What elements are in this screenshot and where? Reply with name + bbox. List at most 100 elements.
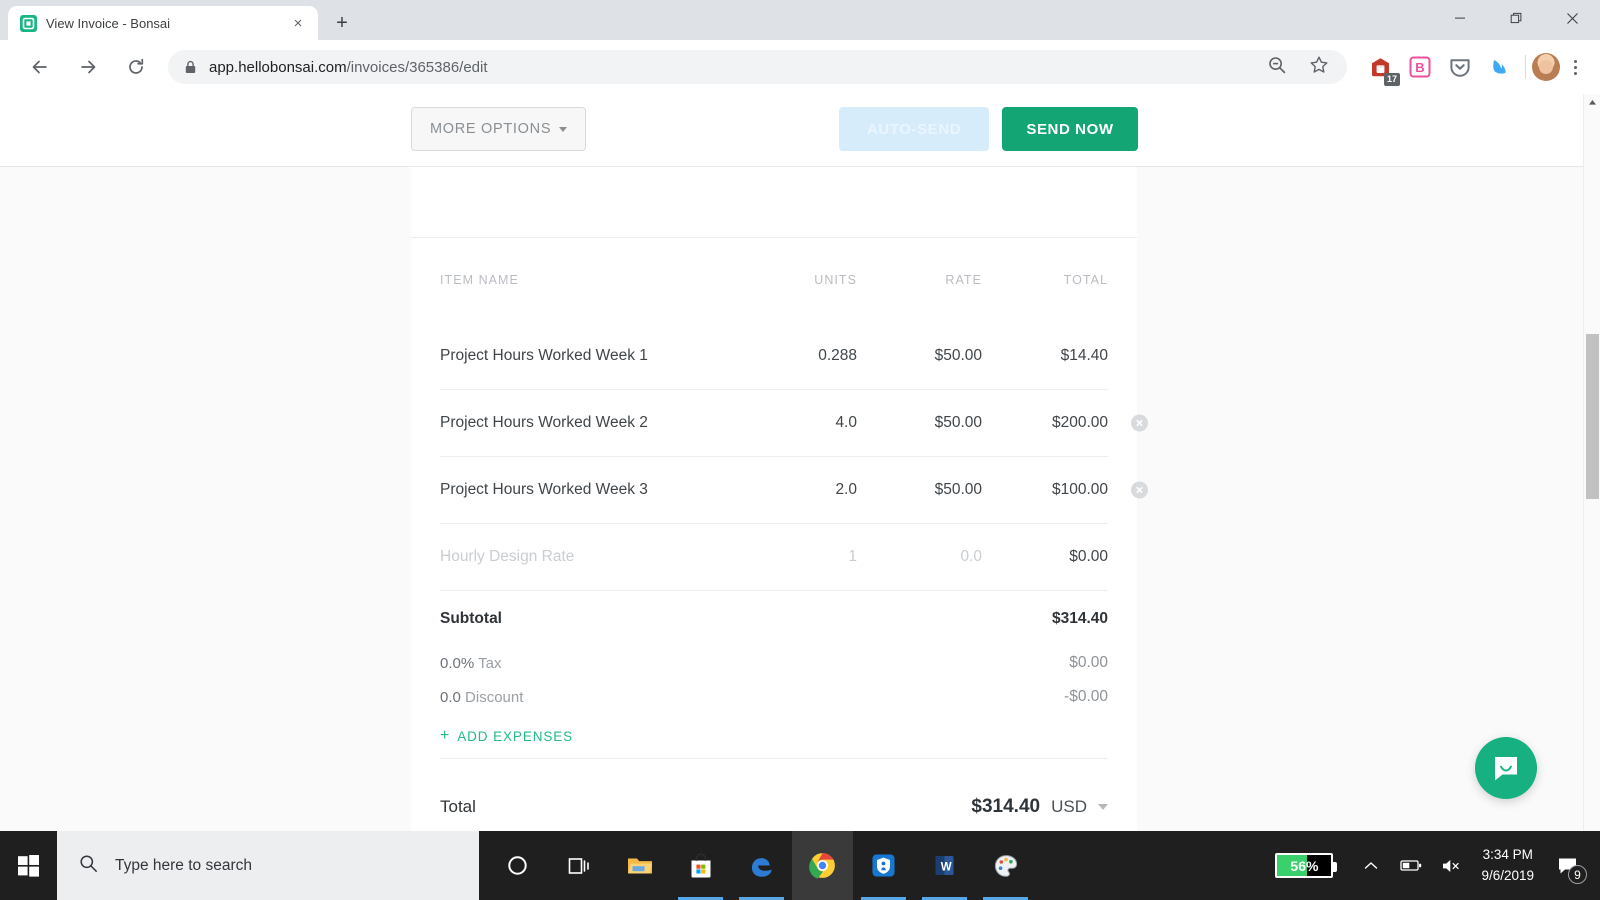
line-item-name[interactable]: Hourly Design Rate [440, 548, 729, 566]
cortana-icon[interactable] [487, 831, 548, 900]
line-item-total: $100.00 [1051, 481, 1108, 498]
lock-icon [184, 60, 197, 74]
line-item-rate[interactable]: 0.0 [857, 548, 982, 566]
bonsai-invoice-page: MORE OPTIONS AUTO-SEND SEND NOW ITEM NAM… [0, 94, 1583, 831]
browser-tab[interactable]: View Invoice - Bonsai × [8, 6, 318, 40]
taskbar-clock[interactable]: 3:34 PM 9/6/2019 [1471, 845, 1544, 886]
scrollbar-thumb[interactable] [1586, 334, 1599, 499]
scroll-up-arrow-icon[interactable] [1584, 94, 1600, 111]
plus-icon: + [440, 727, 451, 744]
tab-close-icon[interactable]: × [288, 13, 308, 33]
tax-rate-input[interactable]: 0.0% [440, 655, 474, 672]
word-icon[interactable]: W [914, 831, 975, 900]
total-value: $314.40 [971, 795, 1041, 817]
restore-icon[interactable] [1488, 0, 1544, 36]
column-header-rate: RATE [945, 273, 982, 287]
battery-icon[interactable] [1391, 831, 1431, 900]
windows-start-icon[interactable] [0, 831, 57, 900]
line-item-units[interactable]: 1 [729, 548, 857, 566]
line-item-rate[interactable]: $50.00 [857, 347, 982, 365]
total-amount-group: $314.40 USD [971, 796, 1108, 818]
line-item-rate[interactable]: $50.00 [857, 414, 982, 432]
volume-muted-icon[interactable] [1431, 831, 1471, 900]
chevron-down-icon[interactable] [1098, 803, 1108, 810]
table-row-placeholder[interactable]: Hourly Design Rate 1 0.0 $0.00 [440, 523, 1108, 590]
invoice-totals: Subtotal $314.40 0.0% Tax $0.00 0.0 Disc… [411, 590, 1137, 758]
line-item-rate[interactable]: $50.00 [857, 481, 982, 499]
table-row[interactable]: Project Hours Worked Week 3 2.0 $50.00 $… [440, 456, 1148, 523]
delete-row-icon[interactable] [1131, 414, 1148, 432]
chrome-browser-window: View Invoice - Bonsai × + app.hellobonsa… [0, 0, 1600, 831]
line-item-units[interactable]: 2.0 [729, 481, 857, 499]
auto-send-button[interactable]: AUTO-SEND [839, 107, 989, 151]
address-bar-url: app.hellobonsai.com/invoices/365386/edit [209, 59, 488, 76]
task-view-icon[interactable] [548, 831, 609, 900]
system-tray: 56% 3:34 PM 9/6/2019 9 [1275, 831, 1600, 900]
line-item-name[interactable]: Project Hours Worked Week 3 [440, 481, 729, 499]
intercom-chat-icon [1495, 757, 1517, 781]
line-item-units[interactable]: 4.0 [729, 414, 857, 432]
add-expenses-button[interactable]: + ADD EXPENSES [440, 714, 1108, 758]
discount-label: 0.0 Discount [440, 689, 523, 706]
tax-label-text: Tax [478, 654, 502, 672]
close-icon[interactable] [1544, 0, 1600, 36]
invoice-action-bar: MORE OPTIONS AUTO-SEND SEND NOW [0, 94, 1583, 167]
add-expenses-label: ADD EXPENSES [457, 728, 574, 744]
flame-extension-icon[interactable] [1487, 54, 1513, 80]
intercom-launcher[interactable] [1475, 737, 1537, 799]
pocket-extension-icon[interactable] [1447, 54, 1473, 80]
b-extension-icon[interactable]: B [1407, 54, 1433, 80]
bonsai-logo-icon [20, 14, 37, 32]
chrome-menu-icon[interactable] [1560, 52, 1590, 82]
calendar-extension-icon[interactable]: 17 [1367, 54, 1400, 86]
url-path: /invoices/365386/edit [346, 58, 488, 76]
line-item-name[interactable]: Project Hours Worked Week 1 [440, 347, 729, 365]
paint-icon[interactable] [975, 831, 1036, 900]
star-icon[interactable] [1309, 55, 1329, 80]
show-hidden-icons-chevron[interactable] [1351, 831, 1391, 900]
forward-arrow-icon[interactable] [70, 49, 106, 85]
subtotal-row: Subtotal $314.40 [440, 590, 1108, 646]
table-row[interactable]: Project Hours Worked Week 2 4.0 $50.00 $… [440, 389, 1148, 456]
clock-date: 9/6/2019 [1481, 867, 1534, 883]
line-item-units[interactable]: 0.288 [729, 347, 857, 365]
search-placeholder: Type here to search [115, 856, 252, 874]
chrome-icon[interactable] [792, 831, 853, 900]
table-row[interactable]: Project Hours Worked Week 1 0.288 $50.00… [440, 322, 1108, 389]
more-options-button[interactable]: MORE OPTIONS [411, 107, 587, 151]
address-bar[interactable]: app.hellobonsai.com/invoices/365386/edit [168, 50, 1347, 84]
omnibox-actions [1267, 55, 1331, 80]
search-input[interactable]: Type here to search [57, 831, 479, 900]
invoice-card: ITEM NAME UNITS RATE TOTAL Project Hours… [411, 167, 1148, 831]
norton-icon[interactable] [853, 831, 914, 900]
url-host: app.hellobonsai.com [209, 58, 347, 76]
microsoft-store-icon[interactable] [670, 831, 731, 900]
edge-icon[interactable] [731, 831, 792, 900]
line-item-name[interactable]: Project Hours Worked Week 2 [440, 414, 729, 432]
line-item-total: $0.00 [1069, 548, 1108, 565]
zoom-out-icon[interactable] [1267, 55, 1287, 80]
discount-rate-input[interactable]: 0.0 [440, 689, 461, 706]
browser-toolbar: app.hellobonsai.com/invoices/365386/edit [0, 40, 1600, 94]
delete-row-icon[interactable] [1131, 481, 1148, 499]
battery-percent-indicator[interactable]: 56% [1275, 853, 1338, 878]
line-items-table: ITEM NAME UNITS RATE TOTAL Project Hours… [411, 238, 1148, 590]
new-tab-button[interactable]: + [328, 9, 356, 37]
tab-title: View Invoice - Bonsai [46, 15, 171, 31]
minimize-icon[interactable] [1432, 0, 1488, 36]
back-arrow-icon[interactable] [22, 49, 58, 85]
toolbar-divider [1525, 55, 1526, 79]
send-now-button[interactable]: SEND NOW [1002, 107, 1138, 151]
svg-text:B: B [1415, 60, 1424, 75]
page-scrollbar[interactable] [1583, 94, 1600, 831]
notifications-button[interactable]: 9 [1544, 831, 1592, 900]
invoice-canvas: ITEM NAME UNITS RATE TOTAL Project Hours… [0, 167, 1583, 831]
file-explorer-icon[interactable] [609, 831, 670, 900]
avatar[interactable] [1532, 53, 1560, 81]
line-item-total: $200.00 [1051, 414, 1108, 431]
reload-icon[interactable] [118, 49, 154, 85]
grand-total-row: Total $314.40 USD [440, 758, 1108, 831]
currency-label[interactable]: USD [1051, 797, 1087, 817]
clock-time: 3:34 PM [1482, 847, 1533, 863]
tab-strip: View Invoice - Bonsai × + [0, 0, 1600, 40]
